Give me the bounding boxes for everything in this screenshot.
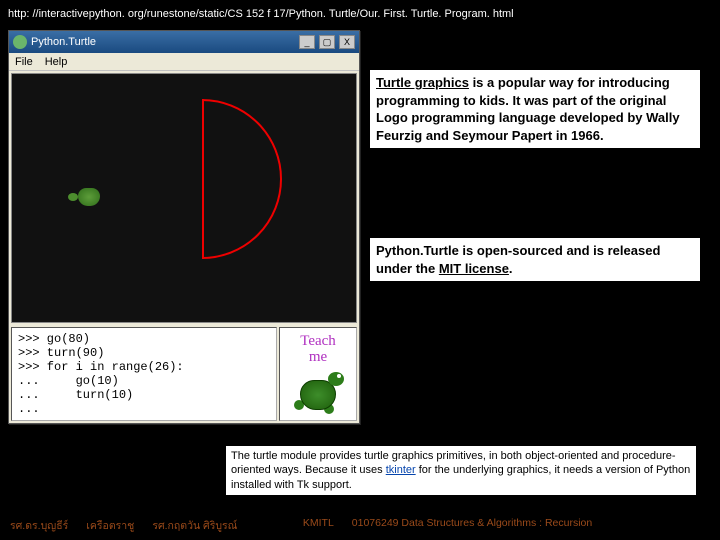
footer-author-1a: รศ.ดร.บุญธีร์ [10, 517, 68, 534]
turtle-mascot-icon [290, 370, 346, 420]
app-icon [13, 35, 27, 49]
mit-license-link[interactable]: MIT license [439, 261, 509, 276]
paragraph-2: Python.Turtle is open-sourced and is rel… [370, 238, 700, 281]
footer-author-1b: เครือตราชู [86, 517, 134, 534]
teach-label: Teach me [300, 334, 336, 366]
teach-line2: me [309, 349, 327, 365]
console-row: >>> go(80) >>> turn(90) >>> for i in ran… [9, 325, 359, 423]
menubar: File Help [9, 53, 359, 71]
paragraph-1: Turtle graphics is a popular way for int… [370, 70, 700, 148]
turtle-graphics-term: Turtle graphics [376, 75, 469, 90]
titlebar[interactable]: Python.Turtle _ ▢ X [9, 31, 359, 53]
close-button[interactable]: X [339, 35, 355, 49]
menu-help[interactable]: Help [45, 56, 68, 68]
url-text: http: //interactivepython. org/runestone… [0, 0, 720, 24]
footer-course: 01076249 Data Structures & Algorithms : … [352, 517, 592, 534]
paragraph-2-tail: . [509, 261, 513, 276]
footer: รศ.ดร.บุญธีร์ เครือตราชู รศ.กฤตวัน ศิริบ… [0, 517, 720, 534]
footer-org: KMITL [303, 517, 334, 534]
bottom-blurb: The turtle module provides turtle graphi… [226, 446, 696, 495]
minimize-button[interactable]: _ [299, 35, 315, 49]
turtle-sprite-icon [72, 184, 106, 210]
console-output[interactable]: >>> go(80) >>> turn(90) >>> for i in ran… [11, 327, 277, 421]
description-column: Turtle graphics is a popular way for int… [370, 30, 700, 424]
menu-file[interactable]: File [15, 56, 33, 68]
window-title: Python.Turtle [31, 36, 96, 48]
teach-panel: Teach me [279, 327, 357, 421]
teach-line1: Teach [300, 333, 336, 349]
main-row: Python.Turtle _ ▢ X File Help >>> go(80)… [0, 24, 720, 424]
footer-author-2: รศ.กฤตวัน ศิริบูรณ์ [152, 517, 237, 534]
paragraph-2-lead: Python.Turtle is open-sourced and is rel… [376, 243, 660, 276]
maximize-button[interactable]: ▢ [319, 35, 335, 49]
drawn-line [202, 99, 204, 259]
python-turtle-window: Python.Turtle _ ▢ X File Help >>> go(80)… [8, 30, 360, 424]
tkinter-link[interactable]: tkinter [386, 464, 416, 476]
turtle-canvas [11, 73, 357, 323]
